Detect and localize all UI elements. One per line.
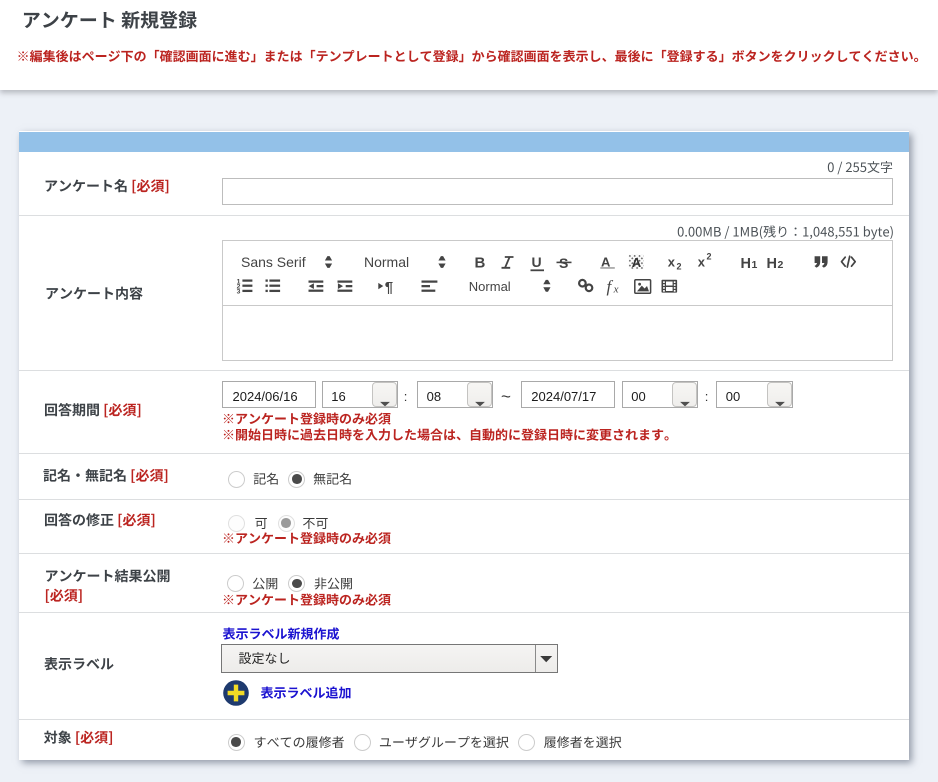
svg-text:~: ~: [501, 387, 511, 406]
svg-text:A: A: [632, 255, 642, 270]
svg-text:U: U: [532, 254, 542, 270]
svg-text:16: 16: [331, 389, 345, 404]
svg-text:B: B: [475, 255, 486, 272]
svg-text:3: 3: [237, 289, 241, 296]
svg-text:H: H: [741, 256, 751, 272]
svg-text:2024/07/17: 2024/07/17: [531, 389, 596, 404]
svg-text:00: 00: [631, 389, 645, 404]
svg-text:2: 2: [778, 259, 784, 271]
svg-text:x: x: [698, 254, 706, 269]
svg-text::: :: [705, 389, 709, 404]
svg-text:Normal: Normal: [364, 254, 409, 270]
svg-text:00: 00: [726, 389, 740, 404]
svg-text:¶: ¶: [385, 279, 393, 296]
svg-text:H: H: [767, 256, 777, 272]
svg-text:08: 08: [427, 389, 441, 404]
svg-text:Sans Serif: Sans Serif: [241, 254, 306, 270]
svg-text:x: x: [613, 283, 619, 295]
svg-text:Normal: Normal: [469, 279, 511, 294]
svg-text:x: x: [668, 254, 676, 269]
svg-text:1: 1: [752, 259, 758, 271]
svg-text:2: 2: [677, 262, 682, 272]
svg-text::: :: [404, 389, 408, 404]
svg-text:f: f: [607, 277, 614, 296]
svg-text:2: 2: [707, 252, 712, 262]
svg-text:2024/06/16: 2024/06/16: [233, 389, 298, 404]
